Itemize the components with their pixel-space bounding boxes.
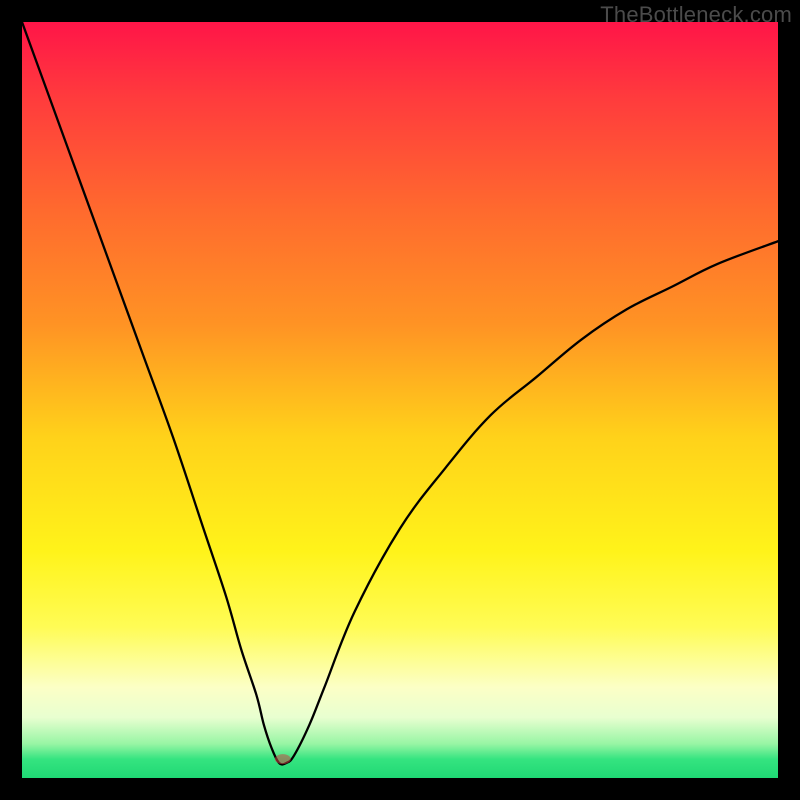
chart-stage: TheBottleneck.com: [0, 0, 800, 800]
plot-area: [22, 22, 778, 778]
bottleneck-curve: [22, 22, 778, 764]
optimum-marker: [275, 754, 291, 764]
plot-frame: [22, 22, 778, 778]
curve-layer: [22, 22, 778, 778]
